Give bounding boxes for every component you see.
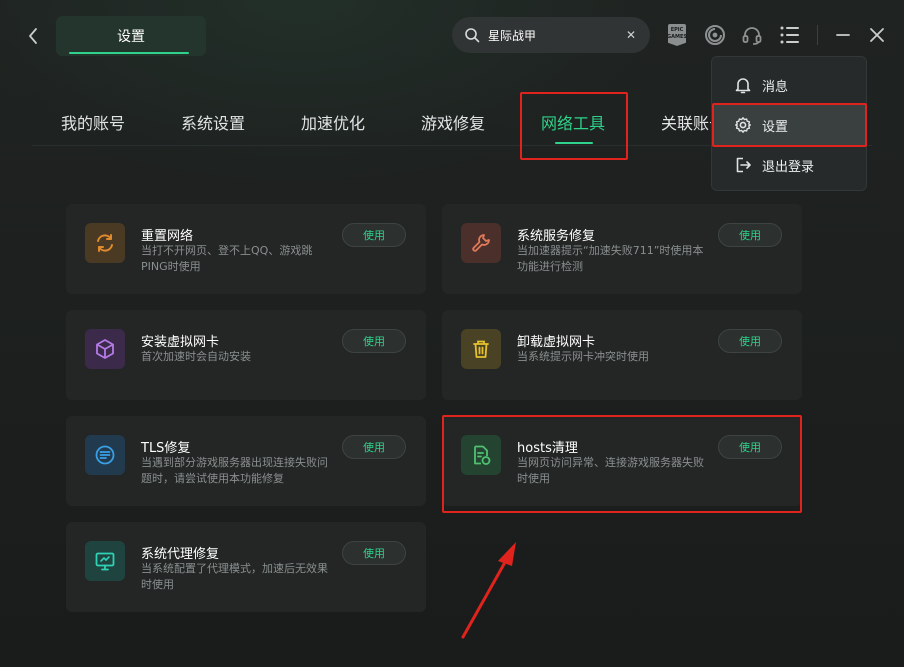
trash-icon [461,329,501,369]
clear-search-icon[interactable]: ✕ [620,24,642,46]
minimize-button[interactable] [831,23,855,47]
epic-games-button[interactable]: EPIC GAMES [664,22,690,48]
menu-button[interactable] [777,22,803,48]
card-title: 重置网络 [141,229,194,244]
ubisoft-button[interactable] [702,22,728,48]
highlight-box-hosts [442,415,802,513]
close-icon [870,28,884,42]
wrench-icon [461,223,501,263]
card-title: 安装虚拟网卡 [141,335,220,350]
use-button[interactable]: 使用 [342,329,406,353]
logout-icon [736,157,751,173]
menu-item-label: 退出登录 [762,159,815,175]
search-icon [465,28,480,43]
use-button[interactable]: 使用 [718,223,782,247]
card-install-virtual-nic: 安装虚拟网卡 首次加速时会自动安装 使用 [66,310,426,400]
tab-system-settings[interactable]: 系统设置 [181,110,245,134]
card-description: 当打不开网页、登不上QQ、游戏跳PING时使用 [141,244,313,273]
card-description: 当遇到部分游戏服务器出现连接失败问题时，请尝试使用本功能修复 [141,456,328,485]
use-button[interactable]: 使用 [342,435,406,459]
tls-icon [85,435,125,475]
page-title-tab[interactable]: 设置 [56,16,206,56]
card-system-proxy-repair: 系统代理修复 当系统配置了代理模式，加速后无效果时使用 使用 [66,522,426,612]
epic-games-icon: EPIC GAMES [668,24,686,46]
use-button[interactable]: 使用 [342,541,406,565]
back-button[interactable] [22,24,44,48]
card-description: 当加速器提示“加速失败711”时使用本功能进行检测 [517,244,704,273]
menu-list-icon [780,26,799,44]
menu-item-messages[interactable]: 消息 [712,65,866,105]
annotation-arrow [461,542,516,639]
menu-item-label: 消息 [762,79,789,95]
card-title: 系统代理修复 [141,547,220,562]
refresh-icon [85,223,125,263]
card-uninstall-virtual-nic: 卸载虚拟网卡 当系统提示网卡冲突时使用 使用 [442,310,802,400]
bell-icon [735,78,751,94]
use-button[interactable]: 使用 [718,329,782,353]
card-tls-repair: TLS修复 当遇到部分游戏服务器出现连接失败问题时，请尝试使用本功能修复 使用 [66,416,426,506]
menu-item-logout[interactable]: 退出登录 [712,145,866,185]
title-underline [69,52,189,54]
card-description: 首次加速时会自动安装 [141,350,251,363]
card-reset-network: 重置网络 当打不开网页、登不上QQ、游戏跳PING时使用 使用 [66,204,426,294]
headset-icon [742,27,762,45]
toolbar-divider [817,25,818,45]
ubisoft-icon [705,25,725,45]
tab-acceleration[interactable]: 加速优化 [301,110,365,134]
minimize-icon [836,34,850,36]
card-description: 当系统配置了代理模式，加速后无效果时使用 [141,562,328,591]
close-button[interactable] [865,23,889,47]
highlight-box-network-tools [520,92,628,160]
support-button[interactable] [739,22,765,48]
search-box[interactable]: 星际战甲 ✕ [452,17,650,53]
monitor-icon [85,541,125,581]
page-title: 设置 [117,29,145,45]
card-title: TLS修复 [141,441,191,456]
card-system-service-repair: 系统服务修复 当加速器提示“加速失败711”时使用本功能进行检测 使用 [442,204,802,294]
cube-icon [85,329,125,369]
tab-game-repair[interactable]: 游戏修复 [421,110,485,134]
chevron-left-icon [29,28,37,44]
use-button[interactable]: 使用 [342,223,406,247]
search-input[interactable]: 星际战甲 [488,27,620,44]
card-title: 系统服务修复 [517,229,596,244]
card-description: 当系统提示网卡冲突时使用 [517,350,649,363]
highlight-box-settings [712,103,867,147]
tab-my-account[interactable]: 我的账号 [61,110,125,134]
card-title: 卸载虚拟网卡 [517,335,596,350]
